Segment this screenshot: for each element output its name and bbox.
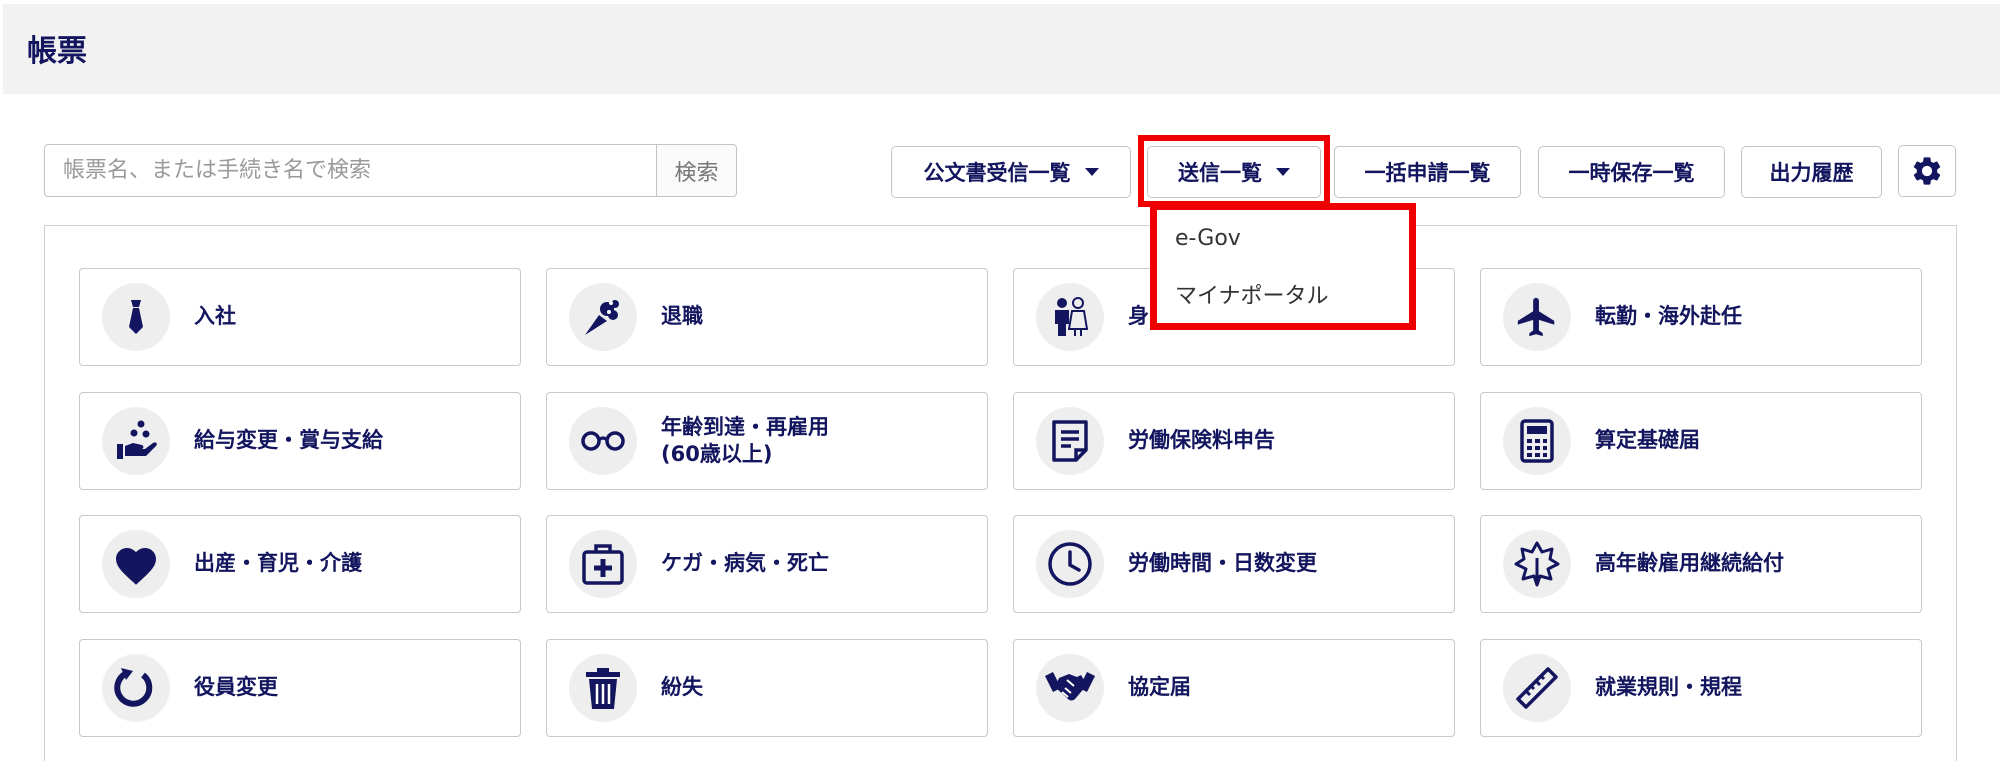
refresh-icon — [114, 668, 153, 707]
category-label: 協定届 — [1128, 675, 1191, 700]
search-input[interactable] — [45, 145, 656, 196]
temporary-saves-button[interactable]: 一時保存一覧 — [1538, 146, 1725, 198]
category-card[interactable]: 協定届 — [1013, 639, 1455, 737]
category-card[interactable]: 労働保険料申告 — [1013, 392, 1455, 490]
category-card[interactable]: 出産・育児・介護 — [79, 515, 521, 613]
hand-coins-icon — [117, 420, 157, 459]
output-history-button[interactable]: 出力履歴 — [1741, 146, 1882, 198]
chevron-down-icon — [1084, 168, 1099, 176]
category-card[interactable]: 就業規則・規程 — [1480, 639, 1922, 737]
couple-icon — [1055, 297, 1089, 336]
category-label: 退職 — [661, 304, 703, 329]
category-card[interactable]: 役員変更 — [79, 639, 521, 737]
document-icon — [1052, 420, 1088, 462]
category-label: ケガ・病気・死亡 — [661, 551, 829, 576]
category-label: 給与変更・賞与支給 — [194, 428, 383, 453]
calculator-icon — [1520, 419, 1554, 463]
category-label: 労働保険料申告 — [1128, 428, 1275, 453]
category-label: 役員変更 — [194, 675, 278, 700]
category-sublabel: (60歳以上) — [661, 442, 773, 466]
trash-icon — [586, 668, 620, 709]
category-card[interactable]: 給与変更・賞与支給 — [79, 392, 521, 490]
sent-list-dropdown: e-Gov マイナポータル — [1150, 203, 1416, 330]
sent-list-button[interactable]: 送信一覧 — [1147, 146, 1321, 198]
received-documents-button[interactable]: 公文書受信一覧 — [891, 146, 1131, 198]
category-card[interactable]: 退職 — [546, 268, 988, 366]
clock-icon — [1048, 542, 1092, 586]
category-label: 紛失 — [661, 675, 703, 700]
category-card[interactable]: 高年齢雇用継続給付 — [1480, 515, 1922, 613]
category-label: 転勤・海外赴任 — [1595, 304, 1742, 329]
leaf-icon — [1514, 541, 1560, 587]
search-box: 検索 — [44, 144, 737, 197]
category-card[interactable]: 労働時間・日数変更 — [1013, 515, 1455, 613]
handshake-icon — [1045, 672, 1095, 701]
category-card[interactable]: 転勤・海外赴任 — [1480, 268, 1922, 366]
bouquet-icon — [585, 300, 619, 335]
heart-icon — [116, 548, 156, 585]
necktie-icon — [129, 300, 143, 334]
chevron-down-icon — [1276, 168, 1290, 176]
category-label: 高年齢雇用継続給付 — [1595, 551, 1784, 576]
category-label: 出産・育児・介護 — [194, 551, 362, 576]
category-card[interactable]: 入社 — [79, 268, 521, 366]
search-button[interactable]: 検索 — [656, 145, 736, 196]
category-label: 身 — [1128, 304, 1149, 329]
category-card[interactable]: 算定基礎届 — [1480, 392, 1922, 490]
airplane-icon — [1517, 297, 1555, 337]
dropdown-item-mynaportal[interactable]: マイナポータル — [1157, 266, 1409, 322]
category-card[interactable]: ケガ・病気・死亡 — [546, 515, 988, 613]
category-label: 年齢到達・再雇用 — [661, 414, 829, 439]
category-card[interactable]: 年齢到達・再雇用 (60歳以上) — [546, 392, 988, 490]
category-label: 労働時間・日数変更 — [1128, 551, 1317, 576]
gear-icon — [1913, 157, 1941, 185]
received-documents-label: 公文書受信一覧 — [923, 161, 1071, 185]
category-card[interactable]: 紛失 — [546, 639, 988, 737]
sent-list-label: 送信一覧 — [1178, 161, 1262, 185]
glasses-icon — [581, 431, 625, 451]
ruler-icon — [1516, 667, 1558, 709]
header-bar — [3, 4, 2000, 94]
category-label: 入社 — [194, 304, 236, 329]
category-label: 就業規則・規程 — [1595, 675, 1742, 700]
settings-button[interactable] — [1898, 145, 1956, 197]
page-title: 帳票 — [27, 34, 87, 69]
first-aid-kit-icon — [582, 544, 624, 585]
dropdown-item-egov[interactable]: e-Gov — [1157, 210, 1409, 266]
bulk-applications-button[interactable]: 一括申請一覧 — [1334, 146, 1521, 198]
category-label: 算定基礎届 — [1595, 428, 1700, 453]
